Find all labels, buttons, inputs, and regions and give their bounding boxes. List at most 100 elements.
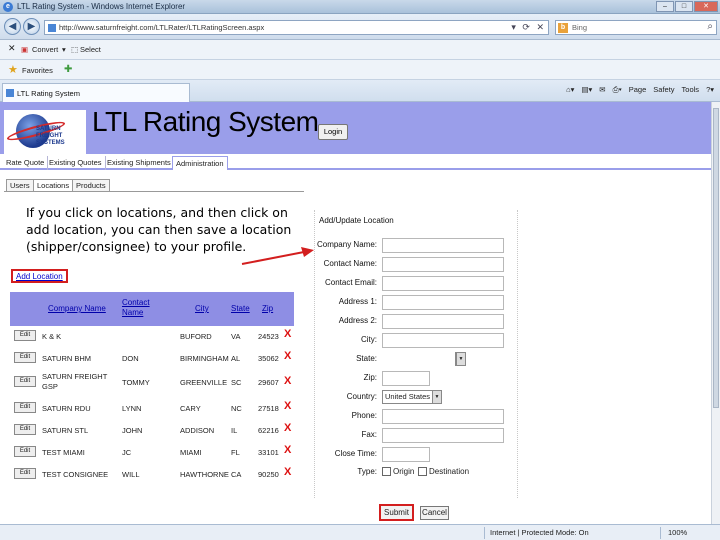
cell-contact: WILL: [122, 470, 140, 479]
subtab-divider: [4, 191, 304, 192]
phone-field[interactable]: [382, 409, 504, 424]
search-icon[interactable]: ⌕: [707, 21, 713, 32]
cell-city: MIAMI: [180, 448, 202, 457]
status-divider: [484, 527, 485, 539]
delete-icon[interactable]: X: [284, 400, 291, 412]
fax-field[interactable]: [382, 428, 504, 443]
browser-logo-icon: e: [3, 2, 13, 12]
state-select[interactable]: ▼: [455, 352, 466, 366]
table-row: Edit SATURN STL JOHN ADDISON IL 62216 X: [10, 420, 294, 440]
table-row: Edit SATURN FREIGHT GSP TOMMY GREENVILLE…: [10, 370, 294, 394]
label-contact: Contact Name:: [323, 259, 377, 268]
origin-label: Origin: [393, 467, 415, 476]
convert-icon: ▣: [21, 45, 29, 54]
edit-button[interactable]: Edit: [14, 402, 36, 413]
submit-button[interactable]: Submit: [379, 504, 414, 521]
scrollbar-thumb[interactable]: [713, 108, 719, 408]
origin-checkbox[interactable]: [382, 467, 391, 476]
edit-button[interactable]: Edit: [14, 424, 36, 435]
cell-zip: 27518: [258, 404, 279, 413]
convert-dropdown-icon[interactable]: ▾: [62, 45, 66, 54]
edit-button[interactable]: Edit: [14, 376, 36, 387]
header-state[interactable]: State: [231, 304, 250, 314]
label-address1: Address 1:: [338, 297, 377, 306]
city-field[interactable]: [382, 333, 504, 348]
address2-field[interactable]: [382, 314, 504, 329]
feeds-icon[interactable]: ▤▾: [581, 85, 592, 95]
close-time-field[interactable]: [382, 447, 430, 462]
header-zip[interactable]: Zip: [262, 304, 273, 314]
select-button[interactable]: Select: [80, 45, 101, 54]
table-row: Edit SATURN RDU LYNN CARY NC 27518 X: [10, 398, 294, 418]
help-icon[interactable]: ?▾: [706, 85, 714, 95]
zip-field[interactable]: [382, 371, 430, 386]
maximize-icon[interactable]: □: [675, 1, 693, 12]
minimize-icon[interactable]: –: [656, 1, 674, 12]
search-input[interactable]: b Bing ⌕: [555, 20, 717, 35]
tab-administration[interactable]: Administration: [172, 156, 228, 170]
mail-icon[interactable]: ✉: [599, 85, 605, 95]
cell-company: SATURN BHM: [42, 354, 92, 363]
destination-checkbox[interactable]: [418, 467, 427, 476]
edit-button[interactable]: Edit: [14, 330, 36, 341]
cell-company: SATURN FREIGHT GSP: [42, 372, 108, 391]
company-name-field[interactable]: [382, 238, 504, 253]
delete-icon[interactable]: X: [284, 444, 291, 456]
status-divider: [660, 527, 661, 539]
tab-bar: LTL Rating System ⌂▾ ▤▾ ✉ ⎙▾ Page Safety…: [0, 80, 720, 102]
header-contact[interactable]: Contact Name: [122, 298, 162, 318]
header-city[interactable]: City: [195, 304, 209, 314]
browser-tab[interactable]: LTL Rating System: [2, 83, 190, 102]
header-company[interactable]: Company Name: [48, 304, 106, 314]
cell-company: K & K: [42, 332, 62, 341]
convert-button[interactable]: Convert: [32, 45, 58, 54]
tab-rate-quote[interactable]: Rate Quote: [3, 156, 49, 170]
edit-button[interactable]: Edit: [14, 352, 36, 363]
cell-contact: DON: [122, 354, 139, 363]
add-favorite-icon[interactable]: ✚: [64, 64, 72, 75]
delete-icon[interactable]: X: [284, 328, 291, 340]
tab-existing-quotes[interactable]: Existing Quotes: [46, 156, 106, 170]
forward-icon[interactable]: ▶: [23, 18, 40, 35]
address-bar-row: ◀ ▶ http://www.saturnfreight.com/LTLRate…: [0, 14, 720, 40]
edit-button[interactable]: Edit: [14, 446, 36, 457]
cell-zip: 35062: [258, 354, 279, 363]
add-location-link[interactable]: Add Location: [11, 269, 68, 283]
favorites-star-icon[interactable]: ★: [8, 63, 18, 76]
home-icon[interactable]: ⌂▾: [566, 85, 574, 95]
login-button[interactable]: Login: [318, 124, 348, 140]
tab-existing-shipments[interactable]: Existing Shipments: [104, 156, 175, 170]
label-fax: Fax:: [361, 430, 377, 439]
print-icon[interactable]: ⎙▾: [613, 85, 622, 95]
vertical-scrollbar[interactable]: [711, 102, 720, 524]
page-menu[interactable]: Page: [629, 85, 647, 95]
delete-icon[interactable]: X: [284, 422, 291, 434]
window-controls: – □ ✕: [656, 1, 718, 12]
cell-zip: 24523: [258, 332, 279, 341]
tools-menu[interactable]: Tools: [682, 85, 700, 95]
close-icon[interactable]: ✕: [694, 1, 718, 12]
favorites-bar: ★ Favorites ✚: [0, 60, 720, 80]
cell-contact: TOMMY: [122, 378, 150, 387]
chevron-down-icon: ▼: [432, 391, 441, 403]
refresh-stop-icons[interactable]: ▾ ⟳ ✕: [511, 22, 546, 33]
delete-icon[interactable]: X: [284, 350, 291, 362]
contact-name-field[interactable]: [382, 257, 504, 272]
contact-email-field[interactable]: [382, 276, 504, 291]
edit-button[interactable]: Edit: [14, 468, 36, 479]
zoom-level[interactable]: 100%: [668, 528, 687, 537]
cell-state: VA: [231, 332, 241, 341]
address-input[interactable]: http://www.saturnfreight.com/LTLRater/LT…: [44, 20, 549, 35]
delete-icon[interactable]: X: [284, 466, 291, 478]
safety-menu[interactable]: Safety: [653, 85, 674, 95]
favorites-button[interactable]: Favorites: [22, 66, 53, 75]
close-toolbar-icon[interactable]: ✕: [8, 43, 16, 54]
back-icon[interactable]: ◀: [4, 18, 21, 35]
table-row: Edit K & K BUFORD VA 24523 X: [10, 326, 294, 346]
cancel-button[interactable]: Cancel: [420, 506, 449, 520]
label-type: Type:: [357, 467, 377, 476]
country-select[interactable]: United States ▼: [382, 390, 442, 404]
callout-arrow-icon: [241, 247, 314, 265]
address1-field[interactable]: [382, 295, 504, 310]
delete-icon[interactable]: X: [284, 375, 291, 387]
